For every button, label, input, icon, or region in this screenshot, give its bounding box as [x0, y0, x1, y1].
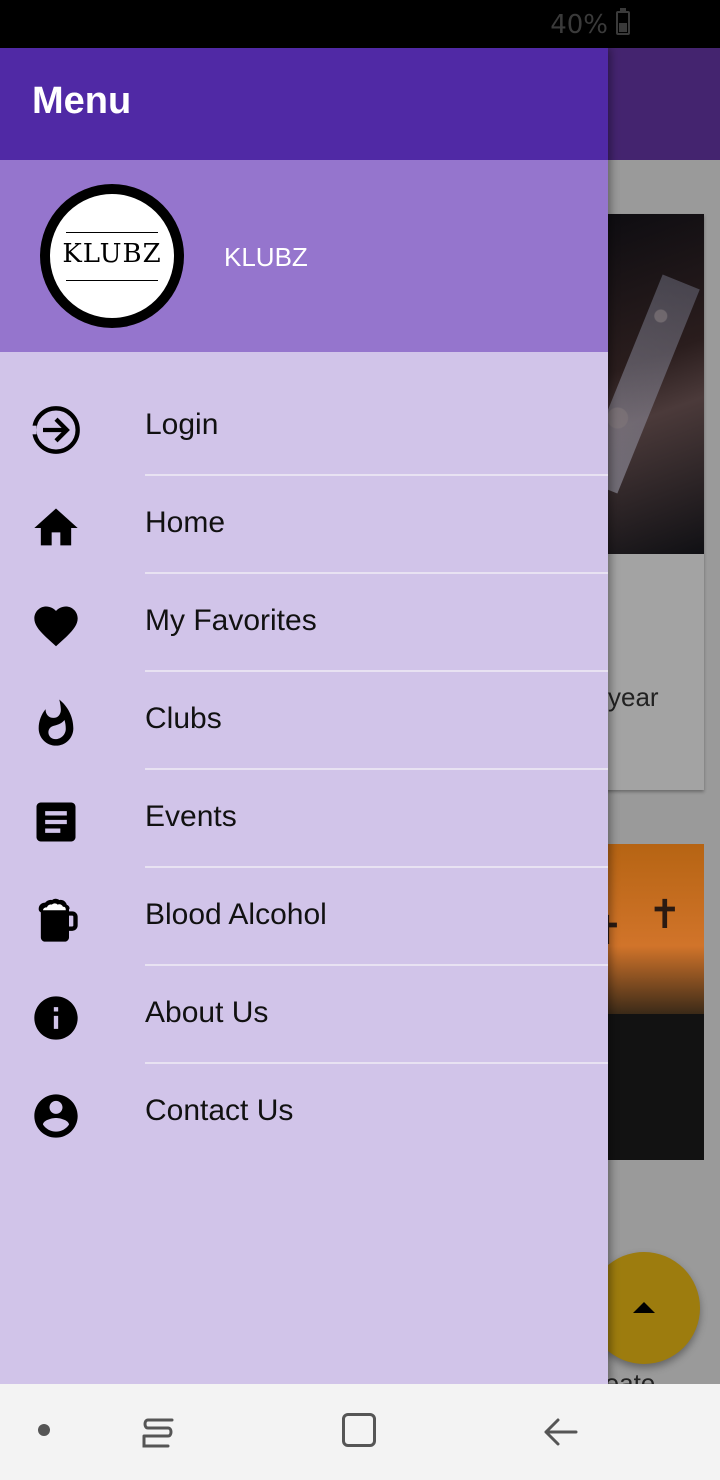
info-icon: [34, 996, 78, 1040]
article-icon: [36, 802, 76, 842]
drawer-app-bar: Menu: [0, 48, 608, 160]
menu-item-events[interactable]: Events: [0, 770, 608, 868]
battery-percent: 40%: [550, 10, 608, 40]
cross-icon: ✝: [648, 893, 682, 937]
menu-item-about-us[interactable]: About Us: [0, 966, 608, 1064]
arrow-up-icon: [633, 1302, 655, 1313]
drawer-menu-list: Login Home My Favorites Clubs Events Blo…: [0, 378, 608, 1162]
menu-item-label: Contact Us: [145, 1094, 294, 1127]
login-icon: [30, 406, 80, 454]
back-icon[interactable]: [540, 1412, 580, 1452]
menu-item-clubs[interactable]: Clubs: [0, 672, 608, 770]
home-icon: [34, 508, 78, 546]
card-text: year: [608, 682, 659, 712]
drawer-title: Menu: [32, 80, 132, 122]
menu-item-blood-alcohol[interactable]: Blood Alcohol: [0, 868, 608, 966]
system-nav-bar: [0, 1384, 720, 1480]
status-bar: 40%: [0, 0, 720, 48]
menu-item-label: Events: [145, 800, 237, 833]
nav-dot-icon[interactable]: [38, 1424, 50, 1436]
menu-item-contact-us[interactable]: Contact Us: [0, 1064, 608, 1162]
menu-item-label: Home: [145, 506, 226, 539]
menu-item-label: About Us: [145, 996, 269, 1029]
heart-icon: [34, 606, 78, 647]
menu-item-label: Login: [145, 408, 219, 441]
account-circle-icon: [34, 1094, 78, 1138]
menu-item-label: My Favorites: [145, 604, 317, 637]
menu-item-label: Clubs: [145, 702, 222, 735]
brand-logo: KLUBZ: [40, 184, 184, 328]
battery-icon: [616, 8, 630, 35]
menu-item-home[interactable]: Home: [0, 476, 608, 574]
beer-mug-icon: [38, 898, 78, 942]
menu-item-my-favorites[interactable]: My Favorites: [0, 574, 608, 672]
navigation-drawer: Menu KLUBZ KLUBZ Login Home My Favorites…: [0, 48, 608, 1384]
menu-item-login[interactable]: Login: [0, 378, 608, 476]
drawer-header: KLUBZ KLUBZ: [0, 160, 608, 352]
home-nav-icon[interactable]: [342, 1413, 376, 1447]
menu-item-label: Blood Alcohol: [145, 898, 327, 931]
brand-name: KLUBZ: [224, 242, 308, 272]
fire-icon: [38, 699, 74, 746]
logo-text: KLUBZ: [62, 239, 162, 269]
recent-apps-icon[interactable]: [138, 1412, 178, 1452]
